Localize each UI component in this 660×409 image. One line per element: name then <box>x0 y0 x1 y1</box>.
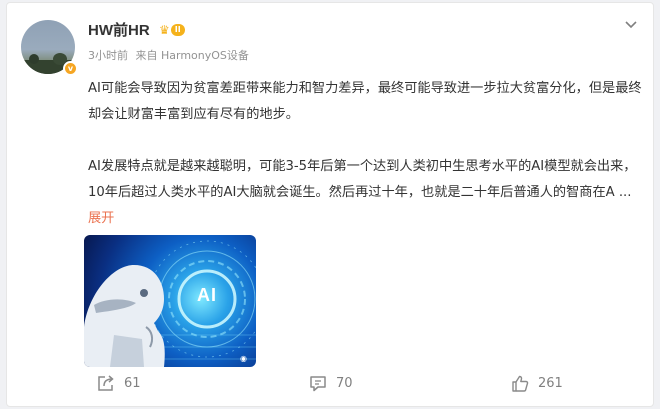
post-meta: 3小时前 来自 HarmonyOS设备 <box>88 47 253 63</box>
like-button[interactable]: 261 <box>511 375 563 392</box>
like-count: 261 <box>538 376 563 391</box>
weibo-watermark-icon: ◉ <box>240 354 247 363</box>
ai-label: AI <box>197 285 217 305</box>
chevron-down-icon[interactable] <box>624 19 638 31</box>
comment-button[interactable]: 70 <box>309 375 353 392</box>
comment-icon <box>310 376 326 392</box>
post-image[interactable]: AI ◉ <box>84 235 256 367</box>
weibo-post-card: v HW前HR ♛ II 3小时前 来自 HarmonyOS设备 AI可能会导致… <box>6 2 654 407</box>
member-badge[interactable]: ♛ II <box>159 23 187 37</box>
ellipsis: ... <box>614 185 632 200</box>
post-time[interactable]: 3小时前 <box>88 49 128 62</box>
avatar-tree <box>29 54 39 64</box>
post-content: AI可能会导致因为贫富差距带来能力和智力差异，最终可能导致进一步拉大贫富分化，但… <box>88 76 648 232</box>
member-level: II <box>170 24 185 36</box>
username[interactable]: HW前HR <box>88 19 150 40</box>
crown-icon: ♛ <box>159 23 170 37</box>
share-icon <box>98 375 114 391</box>
comment-count: 70 <box>336 376 353 391</box>
post-paragraph-2-text: AI发展特点就是越来越聪明，可能3-5年后第一个达到人类初中生思考水平的AI模型… <box>88 159 637 200</box>
post-paragraph-2: AI发展特点就是越来越聪明，可能3-5年后第一个达到人类初中生思考水平的AI模型… <box>88 154 648 232</box>
expand-link[interactable]: 展开 <box>88 211 114 226</box>
ai-illustration <box>84 240 256 367</box>
post-source: 来自 HarmonyOS设备 <box>135 49 249 62</box>
share-count: 61 <box>124 376 141 391</box>
verified-badge-icon: v <box>63 61 78 76</box>
action-bar: 61 70 261 <box>7 375 655 399</box>
thumbs-up-icon <box>512 375 529 392</box>
post-paragraph-1: AI可能会导致因为贫富差距带来能力和智力差异，最终可能导致进一步拉大贫富分化，但… <box>88 81 642 122</box>
share-button[interactable]: 61 <box>97 375 141 392</box>
